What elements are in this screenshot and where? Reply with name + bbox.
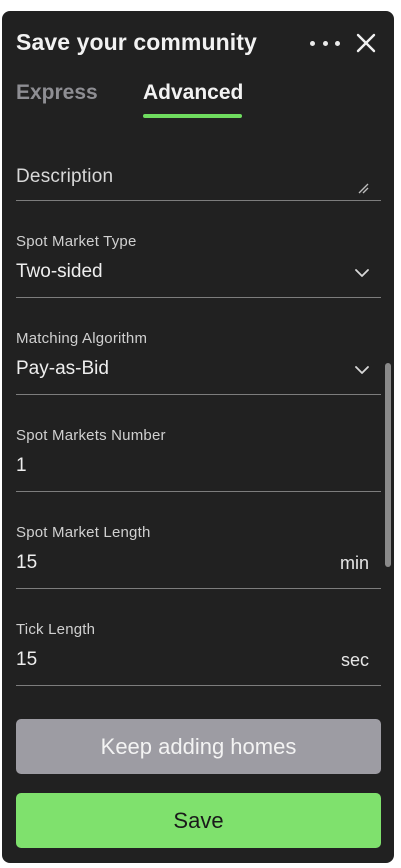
spot-market-type-label: Spot Market Type (16, 233, 137, 250)
close-icon[interactable] (352, 29, 380, 57)
spot-markets-number-label: Spot Markets Number (16, 427, 166, 444)
tab-advanced[interactable]: Advanced (143, 81, 243, 105)
panel-header: Save your community (16, 27, 380, 61)
spot-market-length-label: Spot Market Length (16, 524, 151, 541)
spot-market-length-input[interactable]: Spot Market Length 15 min (16, 522, 381, 589)
resize-handle-icon[interactable] (357, 182, 369, 194)
description-field[interactable]: Description (16, 159, 381, 201)
tick-length-input[interactable]: Tick Length 15 sec (16, 619, 381, 686)
chevron-down-icon[interactable] (355, 365, 369, 375)
spot-markets-number-input[interactable]: Spot Markets Number 1 (16, 425, 381, 492)
matching-algorithm-label: Matching Algorithm (16, 330, 148, 347)
mode-tabs: Express Advanced (16, 81, 380, 121)
save-community-panel: Save your community Express Advanced Des… (2, 11, 394, 863)
chevron-down-icon[interactable] (355, 268, 369, 278)
tab-express[interactable]: Express (16, 81, 98, 105)
spot-market-type-value: Two-sided (16, 261, 103, 282)
keep-adding-homes-button[interactable]: Keep adding homes (16, 719, 381, 774)
save-button[interactable]: Save (16, 793, 381, 848)
matching-algorithm-select[interactable]: Matching Algorithm Pay-as-Bid (16, 328, 381, 395)
spot-market-length-unit: min (339, 553, 369, 573)
spot-market-type-select[interactable]: Spot Market Type Two-sided (16, 231, 381, 298)
active-tab-indicator (143, 114, 242, 118)
panel-title: Save your community (16, 29, 257, 55)
scrollbar-thumb[interactable] (385, 363, 391, 567)
tick-length-value: 15 (16, 649, 38, 670)
more-options-icon[interactable] (310, 33, 340, 53)
tick-length-label: Tick Length (16, 621, 96, 638)
tick-length-unit: sec (340, 650, 369, 670)
spot-markets-number-value: 1 (16, 455, 27, 476)
description-placeholder: Description (16, 166, 114, 187)
matching-algorithm-value: Pay-as-Bid (16, 358, 109, 379)
spot-market-length-value: 15 (16, 552, 38, 573)
